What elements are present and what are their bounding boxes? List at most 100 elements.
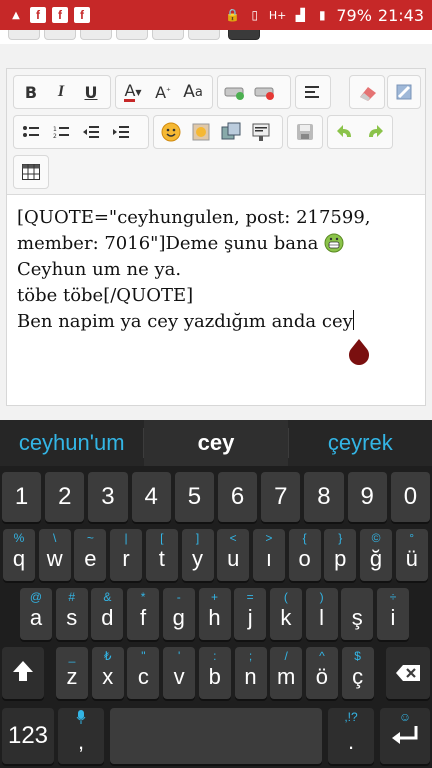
align-button[interactable] bbox=[298, 78, 328, 106]
space-key[interactable] bbox=[110, 708, 322, 764]
tab-stub-active[interactable] bbox=[228, 30, 260, 40]
underline-button[interactable]: U bbox=[76, 78, 106, 106]
key-y[interactable]: ] y bbox=[181, 529, 214, 581]
numbered-list-button[interactable]: 12 bbox=[46, 118, 76, 146]
tab-stub[interactable] bbox=[152, 30, 184, 40]
key-s[interactable]: # s bbox=[55, 588, 88, 640]
redo-icon bbox=[369, 125, 383, 137]
outdent-button[interactable] bbox=[76, 118, 106, 146]
key-c[interactable]: " c bbox=[127, 647, 160, 699]
key-ş[interactable]: ş bbox=[341, 588, 374, 640]
key-u[interactable]: < u bbox=[217, 529, 250, 581]
key-o[interactable]: {o bbox=[288, 529, 321, 581]
italic-button[interactable]: I bbox=[46, 78, 76, 106]
shift-key[interactable] bbox=[2, 647, 44, 699]
table-button[interactable] bbox=[16, 158, 46, 186]
link-button[interactable] bbox=[220, 78, 250, 106]
remove-format-button[interactable]: Aa bbox=[178, 78, 208, 106]
key-label: u bbox=[227, 546, 240, 571]
tab-stub[interactable] bbox=[80, 30, 112, 40]
screen: { "status_bar": { "icons": ["facebook-ic… bbox=[0, 0, 432, 768]
text-caret bbox=[352, 310, 354, 330]
key-ü[interactable]: ° ü bbox=[395, 529, 428, 581]
key-g[interactable]: -g bbox=[162, 588, 195, 640]
key-x[interactable]: ₺ x bbox=[91, 647, 124, 699]
key-label: ş bbox=[351, 605, 363, 630]
key-3[interactable]: 3 bbox=[88, 472, 128, 522]
eraser-button[interactable] bbox=[352, 78, 382, 106]
font-color-button[interactable]: A ▼ bbox=[118, 78, 148, 106]
key-1[interactable]: 1 bbox=[2, 472, 42, 522]
media-button[interactable] bbox=[186, 118, 216, 146]
key-n[interactable]: ; n bbox=[234, 647, 267, 699]
key-r[interactable]: | r bbox=[110, 529, 143, 581]
key-ğ[interactable]: © ğ bbox=[360, 529, 392, 581]
key-q[interactable]: % q bbox=[3, 529, 35, 581]
tab-stub[interactable] bbox=[44, 30, 76, 40]
bold-button[interactable]: B bbox=[16, 78, 46, 106]
key-d[interactable]: & d bbox=[91, 588, 124, 640]
suggestion-right[interactable]: çeyrek bbox=[289, 420, 432, 466]
tab-stub[interactable] bbox=[116, 30, 148, 40]
smilies-button[interactable] bbox=[156, 118, 186, 146]
tab-stub[interactable] bbox=[8, 30, 40, 40]
key-w[interactable]: \ w bbox=[38, 529, 71, 581]
image-button[interactable] bbox=[216, 118, 246, 146]
bullet-list-button[interactable] bbox=[16, 118, 46, 146]
save-draft-button[interactable] bbox=[290, 118, 320, 146]
suggestion-center[interactable]: cey bbox=[144, 420, 288, 466]
indent-button[interactable] bbox=[106, 118, 136, 146]
key-6[interactable]: 6 bbox=[218, 472, 258, 522]
undo-button[interactable] bbox=[330, 118, 360, 146]
key-l[interactable]: ) l bbox=[305, 588, 338, 640]
key-b[interactable]: :b bbox=[198, 647, 231, 699]
key-2[interactable]: 2 bbox=[45, 472, 85, 522]
tools-button[interactable] bbox=[390, 78, 418, 106]
comma-key[interactable]: , bbox=[58, 708, 104, 764]
save-group bbox=[287, 115, 323, 149]
key-ç[interactable]: $ ç bbox=[341, 647, 374, 699]
backspace-key[interactable] bbox=[386, 647, 430, 699]
key-a[interactable]: @ a bbox=[20, 588, 52, 640]
table-group bbox=[13, 155, 49, 189]
key-label: t bbox=[158, 546, 165, 571]
key-4[interactable]: 4 bbox=[131, 472, 171, 522]
key-t[interactable]: [t bbox=[145, 529, 178, 581]
editor-content[interactable]: [QUOTE="ceyhungulen, post: 217599, membe… bbox=[17, 205, 417, 335]
key-v[interactable]: ' v bbox=[163, 647, 196, 699]
redo-button[interactable] bbox=[360, 118, 390, 146]
suggestion-left[interactable]: ceyhun'um bbox=[0, 420, 143, 466]
mode-switch-key[interactable]: 123 bbox=[2, 708, 54, 764]
key-label: x bbox=[102, 664, 114, 689]
key-i[interactable]: ÷ i bbox=[377, 588, 409, 640]
key-m[interactable]: / m bbox=[270, 647, 303, 699]
key-7[interactable]: 7 bbox=[261, 472, 301, 522]
key-alt-label: & bbox=[103, 590, 112, 604]
font-size-button[interactable]: A ⁺ bbox=[148, 78, 178, 106]
key-e[interactable]: ~ e bbox=[74, 529, 107, 581]
emoji-icon: ☺ bbox=[398, 710, 412, 724]
key-label: q bbox=[12, 546, 26, 571]
key-ı[interactable]: > ı bbox=[252, 529, 285, 581]
key-h[interactable]: + h bbox=[198, 588, 231, 640]
outdent-icon bbox=[83, 126, 99, 138]
key-p[interactable]: } p bbox=[324, 529, 357, 581]
period-key[interactable]: ,!?. bbox=[328, 708, 374, 764]
cursor-handle[interactable] bbox=[347, 339, 371, 367]
unlink-button[interactable] bbox=[250, 78, 280, 106]
key-9[interactable]: 9 bbox=[347, 472, 387, 522]
code-button[interactable] bbox=[246, 118, 276, 146]
unlink-icon bbox=[254, 87, 274, 100]
key-label: ü bbox=[405, 546, 418, 571]
enter-key[interactable]: ☺ bbox=[380, 708, 430, 764]
eraser-icon bbox=[360, 87, 376, 101]
key-z[interactable]: _ z bbox=[56, 647, 88, 699]
key-0[interactable]: 0 bbox=[390, 472, 430, 522]
key-8[interactable]: 8 bbox=[304, 472, 344, 522]
key-k[interactable]: (k bbox=[269, 588, 302, 640]
key-f[interactable]: * f bbox=[127, 588, 160, 640]
key-ö[interactable]: ^ ö bbox=[305, 647, 338, 699]
tab-stub[interactable] bbox=[188, 30, 220, 40]
key-5[interactable]: 5 bbox=[174, 472, 214, 522]
key-j[interactable]: = j bbox=[234, 588, 267, 640]
